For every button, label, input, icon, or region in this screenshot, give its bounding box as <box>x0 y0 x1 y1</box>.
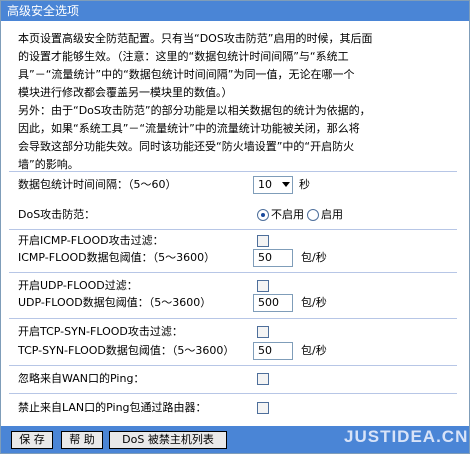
icmp-unit: 包/秒 <box>301 251 327 264</box>
dos-on-label: 启用 <box>321 208 343 221</box>
intro-line: 的设置才能够生效。（注意：这里的“数据包统计时间间隔”与“系统工 <box>18 50 349 63</box>
intro-line: 因此，如果“系统工具”－“流量统计”中的流量统计功能被关闭，那么将 <box>18 122 360 135</box>
icmp-threshold-input[interactable]: 50 <box>253 249 293 267</box>
dos-blacklist-button[interactable]: DoS 被禁主机列表 <box>109 431 227 449</box>
divider <box>9 318 457 319</box>
lan-ping-checkbox[interactable] <box>257 402 269 414</box>
dos-label: DoS攻击防范： <box>18 208 96 221</box>
udp-enable-checkbox[interactable] <box>257 280 269 292</box>
lan-ping-label: 禁止来自LAN口的Ping包通过路由器： <box>18 401 207 414</box>
wan-ping-label: 忽略来自WAN口的Ping： <box>18 372 145 385</box>
wan-ping-checkbox[interactable] <box>257 373 269 385</box>
interval-label: 数据包统计时间间隔：（5～60） <box>18 178 177 191</box>
save-button[interactable]: 保 存 <box>11 431 53 449</box>
icmp-enable-checkbox[interactable] <box>257 235 269 247</box>
dos-off-label: 不启用 <box>271 208 304 221</box>
intro-line: 会导致这部分功能失效。同时该功能还受“防火墙设置”中的“开启防火 <box>18 140 355 153</box>
interval-unit: 秒 <box>299 178 310 191</box>
icmp-threshold-label: ICMP-FLOOD数据包阈值：（5～3600） <box>18 251 216 264</box>
divider <box>9 365 457 366</box>
tcp-threshold-label: TCP-SYN-FLOOD数据包阈值：（5～3600） <box>18 344 235 357</box>
dos-on-radio[interactable] <box>307 209 319 221</box>
dos-off-radio[interactable] <box>257 209 269 221</box>
tcp-threshold-input[interactable]: 50 <box>253 342 293 360</box>
tcp-enable-checkbox[interactable] <box>257 326 269 338</box>
panel-title: 高级安全选项 <box>1 1 469 21</box>
tcp-enable-label: 开启TCP-SYN-FLOOD攻击过滤： <box>18 325 183 338</box>
intro-line: 本页设置高级安全防范配置。只有当“DOS攻击防范”启用的时候，其后面 <box>18 32 373 45</box>
help-button[interactable]: 帮 助 <box>61 431 103 449</box>
divider <box>9 393 457 394</box>
site-watermark: JUSTIDEA.CN <box>344 427 469 446</box>
udp-threshold-input[interactable]: 500 <box>253 294 293 312</box>
chevron-down-icon <box>282 182 290 187</box>
interval-select[interactable]: 10 <box>253 176 293 194</box>
icmp-enable-label: 开启ICMP-FLOOD攻击过滤： <box>18 234 164 247</box>
divider <box>9 229 457 230</box>
udp-threshold-label: UDP-FLOOD数据包阈值：（5～3600） <box>18 296 212 309</box>
settings-panel: 高级安全选项 本页设置高级安全防范配置。只有当“DOS攻击防范”启用的时候，其后… <box>0 0 470 454</box>
udp-unit: 包/秒 <box>301 296 327 309</box>
intro-text: 本页设置高级安全防范配置。只有当“DOS攻击防范”启用的时候，其后面 的设置才能… <box>18 30 438 174</box>
intro-line: 模块进行修改都会覆盖另一模块里的数值。） <box>18 86 233 99</box>
udp-enable-label: 开启UDP-FLOOD过滤： <box>18 279 138 292</box>
tcp-unit: 包/秒 <box>301 344 327 357</box>
interval-value: 10 <box>258 178 272 191</box>
intro-line: 另外：由于“DoS攻击防范”的部分功能是以相关数据包的统计为依据的， <box>18 104 371 117</box>
intro-line: 具”－“流量统计”中的“数据包统计时间间隔”为同一值，无论在哪一个 <box>18 68 355 81</box>
divider <box>9 272 457 273</box>
divider <box>9 171 457 172</box>
